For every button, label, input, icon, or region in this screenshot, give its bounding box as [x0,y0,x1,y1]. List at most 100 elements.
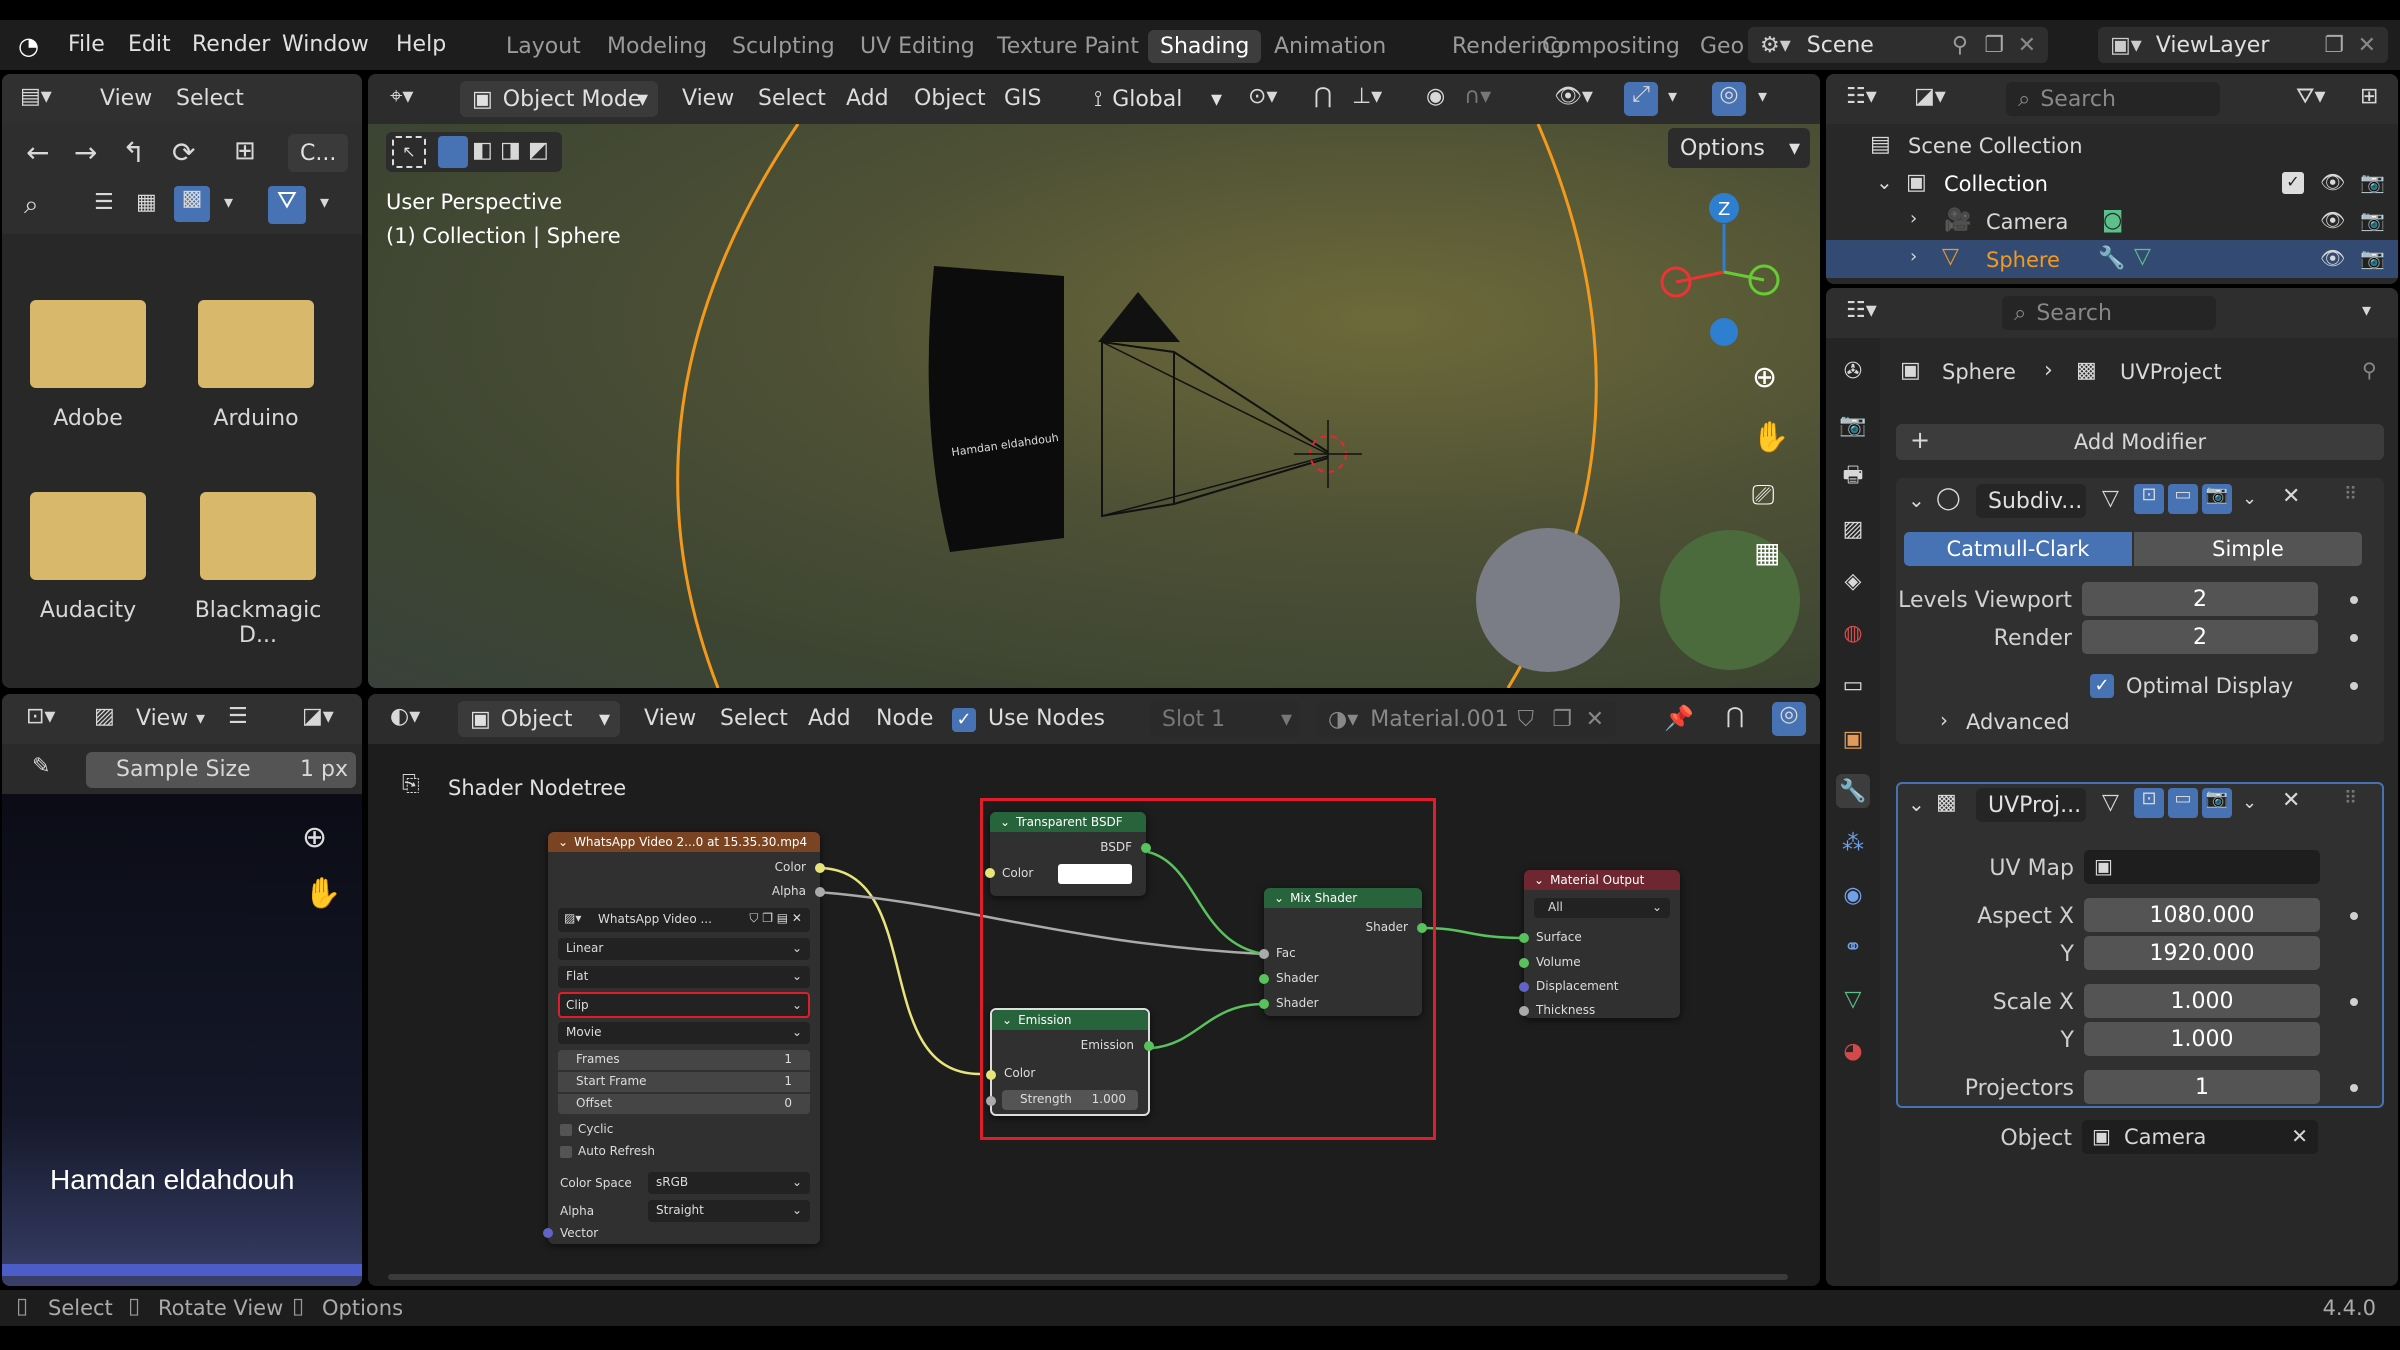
outliner-row[interactable]: › 🎥 Camera ◙ 👁 📷 [1826,202,2398,240]
image-menu-view[interactable]: View [136,706,188,731]
input-volume-socket[interactable] [1519,958,1529,968]
colorspace-dropdown[interactable]: sRGB ⌄ [648,1172,810,1194]
image-node-header[interactable]: ⌄ WhatsApp Video 2...0 at 15.35.30.mp4 [548,832,820,852]
alpha-mode-dropdown[interactable]: Straight ⌄ [648,1200,810,1222]
input-shader1-socket[interactable] [1259,974,1269,984]
advanced-label[interactable]: Advanced [1966,710,2070,734]
render-camera-icon[interactable]: 📷 [2360,246,2385,270]
tab-texture-paint[interactable]: Texture Paint [985,30,1151,63]
tab-sculpting[interactable]: Sculpting [720,30,847,63]
modifier-menu-icon[interactable]: ⌄ [2242,792,2257,813]
eyedropper-icon[interactable]: ✎ [32,754,50,779]
menu-window[interactable]: Window [282,32,369,57]
pan-hand-icon[interactable]: ✋ [1752,420,1789,455]
mode-dropdown[interactable]: ▣ Object Mode ▾ [460,81,658,117]
folder-item[interactable]: Blackmagic D... [178,492,338,648]
properties-search[interactable]: ⌕ Search [2002,296,2216,330]
output-color-socket[interactable] [815,863,825,873]
new-folder-icon[interactable]: ⊞ [234,136,256,166]
animate-dot-icon[interactable] [2350,596,2358,604]
outliner-row[interactable]: ⌄ ▣ Collection ✓ 👁 📷 [1826,164,2398,202]
aspect-y-field[interactable]: 1920.000 [2084,936,2320,970]
pin-icon[interactable]: ⚲ [1952,33,1968,58]
emission-node[interactable]: ⌄ Emission Emission Color Strength 1.000 [986,1008,1154,1116]
zoom-icon[interactable]: ⊕ [1752,360,1777,395]
delete-viewlayer-icon[interactable]: ✕ [2358,33,2376,58]
filter-icon[interactable]: ⛛▾ [2296,84,2326,109]
filter-icon[interactable]: ⛛ [268,186,306,224]
view-dropdown-icon[interactable]: ▾ [196,708,205,729]
levels-viewport-field[interactable]: 2 [2082,582,2318,616]
constraints-tab-icon[interactable]: ⚭ [1836,930,1870,964]
zoom-icon[interactable]: ⊕ [302,820,327,855]
projection-dropdown[interactable]: Flat ⌄ [558,966,810,988]
folder-item[interactable]: Audacity [30,492,146,623]
viewlayer-selector[interactable]: ▣▾ ViewLayer ❐ ✕ [2098,27,2388,63]
viewport-toggle-icon[interactable]: ▭ [2168,788,2198,818]
horizontal-scrollbar[interactable] [388,1274,1788,1280]
display-mode-icon[interactable]: ◪▾ [302,704,334,729]
menu-file[interactable]: File [68,32,105,57]
render-tab-icon[interactable]: 📷 [1836,408,1870,442]
overlay-dropdown-icon[interactable]: ▾ [1758,86,1767,107]
viewport-menu-object[interactable]: Object [914,86,986,111]
modifier-menu-icon[interactable]: ⌄ [2242,488,2257,509]
delete-scene-icon[interactable]: ✕ [2018,33,2036,58]
particles-tab-icon[interactable]: ⁂ [1836,826,1870,860]
view-dropdown-icon[interactable]: ▾ [224,192,233,213]
eye-icon[interactable]: 👁 [2320,246,2345,270]
outliner-row[interactable]: ▤ Scene Collection [1826,126,2398,164]
folder-item[interactable]: Adobe [30,300,146,431]
output-bsdf-socket[interactable] [1141,843,1151,853]
sample-size-field[interactable]: Sample Size 1 px [86,752,356,788]
tab-compositing[interactable]: Compositing [1530,30,1692,63]
projectors-field[interactable]: 1 [2084,1070,2320,1104]
hamburger-icon[interactable]: ☰ [228,704,248,729]
cage-toggle-icon[interactable]: ⊡ [2134,788,2164,818]
orientation-dropdown[interactable]: ⟟ Global ▾ [1082,81,1230,117]
emission-node-header[interactable]: ⌄ Emission [992,1010,1148,1030]
drag-handle-icon[interactable]: ⠿ [2344,788,2357,809]
edit-mode-toggle-icon[interactable]: ▽ [2102,790,2119,815]
input-vector-socket[interactable] [543,1228,553,1238]
ortho-grid-icon[interactable]: ▦ [1754,536,1780,569]
3d-viewport[interactable]: ⌖▾ ▣ Object Mode ▾ View Select Add Objec… [368,74,1820,688]
projector-object-field[interactable]: ▣ Camera ✕ [2082,1120,2318,1154]
expand-icon[interactable]: ⌄ [1876,170,1893,194]
scale-x-field[interactable]: 1.000 [2084,984,2320,1018]
input-thickness-socket[interactable] [1519,1006,1529,1016]
viewport-menu-gis[interactable]: GIS [1004,86,1042,111]
cage-toggle-icon[interactable]: ⊡ [2134,484,2164,514]
pivot-icon[interactable]: ⊙▾ [1248,84,1277,109]
render-toggle-icon[interactable]: 📷 [2202,484,2232,514]
editor-type-icon[interactable]: ⌖▾ [390,84,413,109]
output-node-header[interactable]: ⌄ Material Output [1524,870,1680,890]
mix-shader-node[interactable]: ⌄ Mix Shader Shader Fac Shader Shader [1259,888,1427,1016]
parent-dir-icon[interactable]: ↰ [122,136,145,169]
thumbnail-view-icon[interactable]: ▩ [174,186,210,222]
animate-dot-icon[interactable] [2350,912,2358,920]
drag-handle-icon[interactable]: ⠿ [2344,484,2357,505]
viewport-menu-select[interactable]: Select [758,86,826,111]
image-texture-node[interactable]: ⌄ WhatsApp Video 2...0 at 15.35.30.mp4 Co… [543,832,825,1244]
output-emission-socket[interactable] [1144,1041,1154,1051]
input-surface-socket[interactable] [1519,933,1529,943]
snap-icon[interactable]: ⋂ [1314,84,1332,109]
remove-modifier-icon[interactable]: ✕ [2282,484,2300,509]
modifier-name-field[interactable]: UVProj... [1976,788,2086,822]
path-field[interactable]: C... [288,134,348,172]
extension-dropdown[interactable]: Clip ⌄ [558,992,810,1018]
snap-target-icon[interactable]: ⊥▾ [1352,84,1382,109]
exclude-checkbox[interactable]: ✓ [2282,172,2304,194]
edit-mode-toggle-icon[interactable]: ▽ [2102,486,2119,511]
falloff-icon[interactable]: ∩▾ [1464,84,1491,109]
render-toggle-icon[interactable]: 📷 [2202,788,2232,818]
uvmap-field[interactable]: ▣ [2084,850,2320,884]
view-layer-tab-icon[interactable]: ▨ [1836,512,1870,546]
proportional-edit-icon[interactable]: ◉ [1426,84,1445,109]
input-shader2-socket[interactable] [1259,999,1269,1009]
camera-view-icon[interactable]: ⎚ [1752,478,1774,512]
modifier-name-field[interactable]: Subdiv... [1976,484,2086,518]
tool-tab-icon[interactable]: ✇ [1836,354,1870,388]
material-output-node[interactable]: ⌄ Material Output All ⌄ Surface Volume Dis… [1519,870,1680,1018]
